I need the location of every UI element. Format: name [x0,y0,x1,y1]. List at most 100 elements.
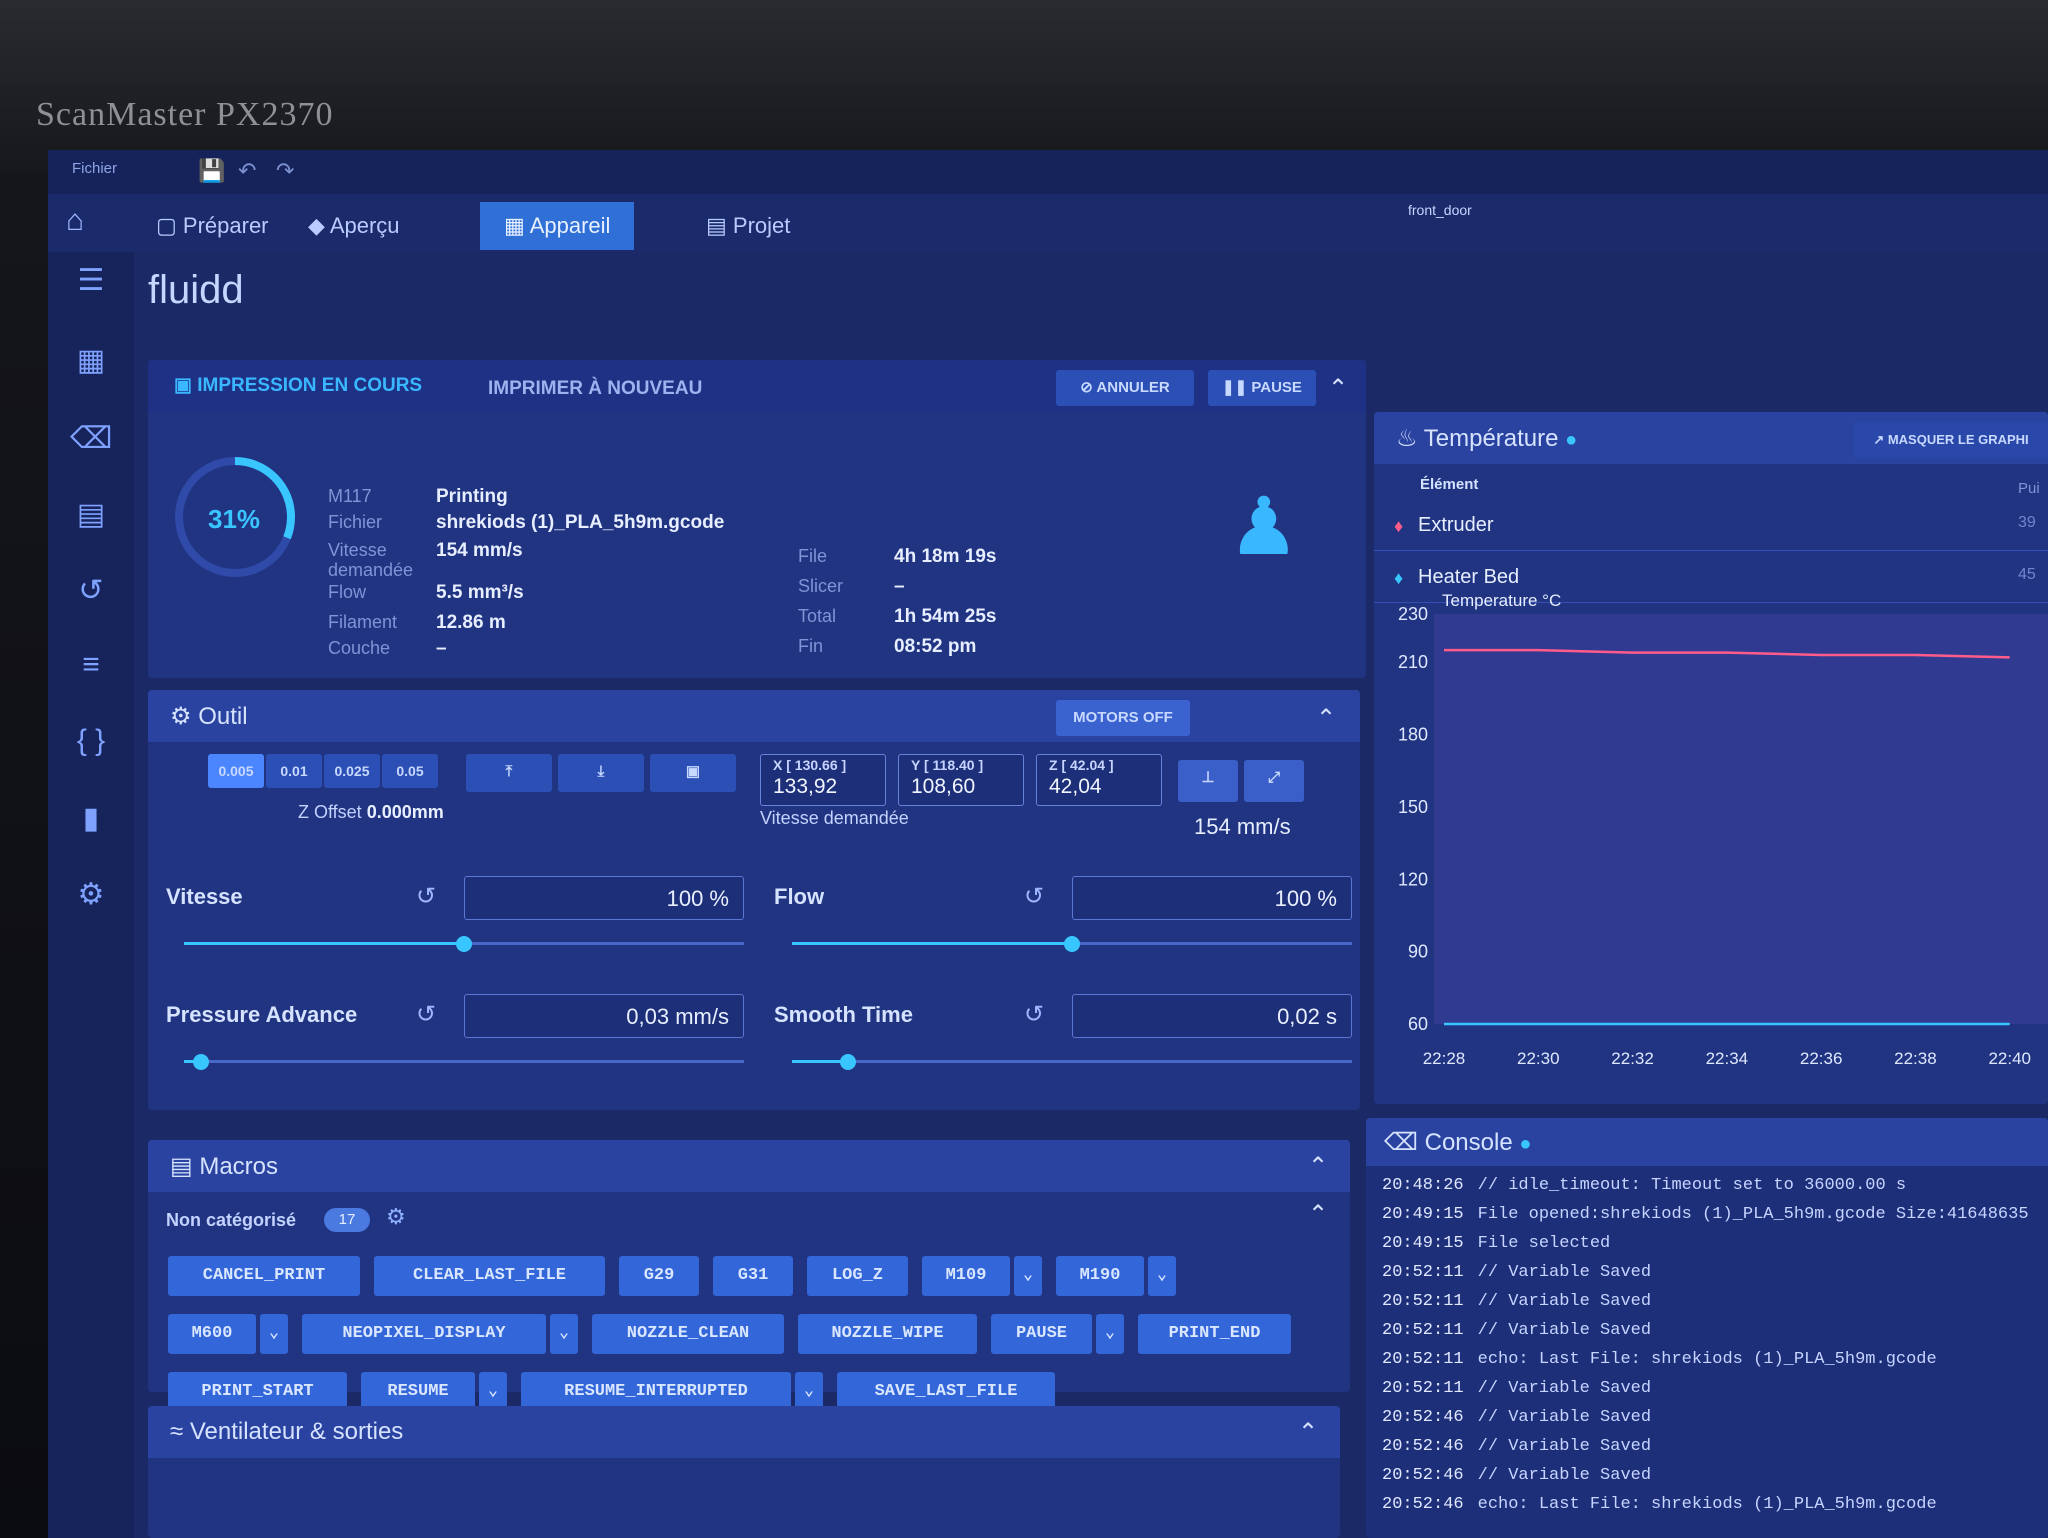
motors-off-button[interactable]: MOTORS OFF [1056,700,1190,736]
code-icon[interactable]: { } [70,720,112,762]
control-input[interactable]: 100 % [464,876,744,920]
console-icon[interactable]: ⌫ [70,418,112,460]
settings-icon[interactable]: ⚙ [70,874,112,916]
reset-icon[interactable]: ↺ [1024,882,1044,911]
macro-button[interactable]: G29 [619,1256,699,1296]
tool-title: ⚙ Outil [170,703,248,730]
files-icon[interactable]: ▤ [70,494,112,536]
expand-button[interactable]: ⤢ [1244,760,1304,802]
console-time: 20:48:26 [1382,1176,1464,1195]
chevron-up-icon[interactable]: ⌃ [1308,1152,1328,1181]
cube-icon: ▢ [156,213,183,238]
step-button[interactable]: 0.025 [324,754,380,788]
tab-printing[interactable]: ▣ IMPRESSION EN COURS [174,374,422,397]
console-text: // Variable Saved [1477,1466,1652,1485]
axis-field[interactable]: X [ 130.66 ] 133,92 [760,754,886,806]
console-text: // Variable Saved [1477,1408,1652,1427]
macro-button[interactable]: NOZZLE_WIPE [798,1314,977,1354]
macro-button[interactable]: G31 [713,1256,793,1296]
slider-knob[interactable] [840,1054,856,1070]
chevron-up-icon[interactable]: ⌃ [1308,1200,1328,1229]
control-input[interactable]: 0,02 s [1072,994,1352,1038]
logo-icon: ☰ [77,264,105,297]
macro-button[interactable]: NEOPIXEL_DISPLAY [302,1314,546,1354]
chevron-up-icon[interactable]: ⌃ [1328,374,1348,403]
console-text: echo: Last File: shrekiods (1)_PLA_5h9m.… [1477,1495,1937,1514]
slider-track[interactable] [792,1060,1352,1063]
undo-icon[interactable]: ↶ [238,158,256,184]
step-button[interactable]: 0.01 [266,754,322,788]
macros-header [148,1140,1350,1192]
tab-preview[interactable]: ◆ Aperçu [284,202,424,250]
chevron-up-icon[interactable]: ⌃ [1316,704,1336,733]
temperature-chart: 230 210 180 150 120 90 60 22:28 22:30 22:32 22:34 2… [1398,591,2048,1068]
dashboard-icon[interactable]: ▦ [70,340,112,382]
save-icon: ▣ [685,763,701,780]
axis-value: 133,92 [773,775,838,798]
chevron-down-icon[interactable]: ⌄ [1096,1314,1124,1354]
cancel-button[interactable]: ⊘ ANNULER [1056,370,1194,406]
history-icon[interactable]: ↺ [70,570,112,612]
reset-icon[interactable]: ↺ [1024,1000,1044,1029]
tab-prepare[interactable]: ▢ Préparer [132,202,293,250]
pause-button[interactable]: ❚❚ PAUSE [1208,370,1316,406]
control-label: Flow [774,884,825,909]
job-field-value: 12.86 m [436,612,506,633]
chevron-down-icon[interactable]: ⌄ [260,1314,288,1354]
macro-count-badge: 17 [324,1208,370,1232]
chevron-down-icon[interactable]: ⌄ [550,1314,578,1354]
sdcard-icon[interactable]: ▮ [70,798,112,840]
step-button[interactable]: 0.05 [382,754,438,788]
job-panel: ▣ IMPRESSION EN COURS IMPRIMER À NOUVEAU… [148,360,1366,678]
macro-button[interactable]: CANCEL_PRINT [168,1256,360,1296]
x-tick-label: 22:30 [1517,1049,1560,1068]
gear-icon[interactable]: ⚙ [386,1204,406,1230]
z-down-button[interactable]: ⤓ [558,754,644,792]
model-thumbnail-icon: ♟ [1228,482,1300,571]
save-icon[interactable]: 💾 [198,158,225,184]
step-button[interactable]: 0.005 [208,754,264,788]
z-offset: Z Offset 0.000mm [298,802,444,822]
chevron-down-icon[interactable]: ⌄ [1148,1256,1176,1296]
reset-icon[interactable]: ↺ [416,882,436,911]
console-line: 20:52:11 // Variable Saved [1382,1321,1651,1340]
control-input[interactable]: 0,03 mm/s [464,994,744,1038]
macro-button[interactable]: NOZZLE_CLEAN [592,1314,784,1354]
macro-button[interactable]: LOG_Z [807,1256,908,1296]
control-input[interactable]: 100 % [1072,876,1352,920]
macro-button[interactable]: PAUSE [991,1314,1092,1354]
slider-knob[interactable] [192,1054,209,1070]
z-save-button[interactable]: ▣ [650,754,736,792]
x-tick-label: 22:28 [1423,1049,1466,1068]
macro-button[interactable]: PRINT_END [1138,1314,1291,1354]
axis-field[interactable]: Z [ 42.04 ] 42,04 [1036,754,1162,806]
monitor-brand-label: ScanMaster PX2370 [36,96,334,133]
job-time-label: Slicer [798,576,844,596]
home-axes-icon: ⊥ [1201,769,1215,786]
home-icon[interactable]: ⌂ [66,204,84,238]
reset-icon[interactable]: ↺ [416,1000,436,1029]
z-up-button[interactable]: ⤒ [466,754,552,792]
redo-icon[interactable]: ↷ [276,158,294,184]
hide-graph-button[interactable]: ↗ MASQUER LE GRAPHI [1854,422,2048,458]
tab-project[interactable]: ▤ Projet [682,202,814,250]
x-tick-label: 22:38 [1894,1049,1937,1068]
home-axes-button[interactable]: ⊥ [1178,760,1238,802]
file-menu[interactable]: Fichier [72,160,117,177]
macro-button[interactable]: M109 [922,1256,1010,1296]
slider-track[interactable] [184,1060,744,1063]
macro-button[interactable]: M600 [168,1314,256,1354]
macro-button[interactable]: M190 [1056,1256,1144,1296]
chevron-down-icon[interactable]: ⌄ [1014,1256,1042,1296]
job-field-label: M117 [328,486,372,506]
console-text: // Variable Saved [1477,1437,1652,1456]
tune-icon[interactable]: ≡ [70,644,112,686]
slider-knob[interactable] [1064,936,1080,952]
tab-device[interactable]: ▦ Appareil [480,202,635,250]
wrench-icon: ⚙ [170,703,199,730]
macro-button[interactable]: CLEAR_LAST_FILE [374,1256,605,1296]
slider-knob[interactable] [456,936,472,952]
axis-field[interactable]: Y [ 118.40 ] 108,60 [898,754,1024,806]
tab-reprint[interactable]: IMPRIMER À NOUVEAU [488,378,702,400]
chevron-up-icon[interactable]: ⌃ [1298,1418,1318,1447]
